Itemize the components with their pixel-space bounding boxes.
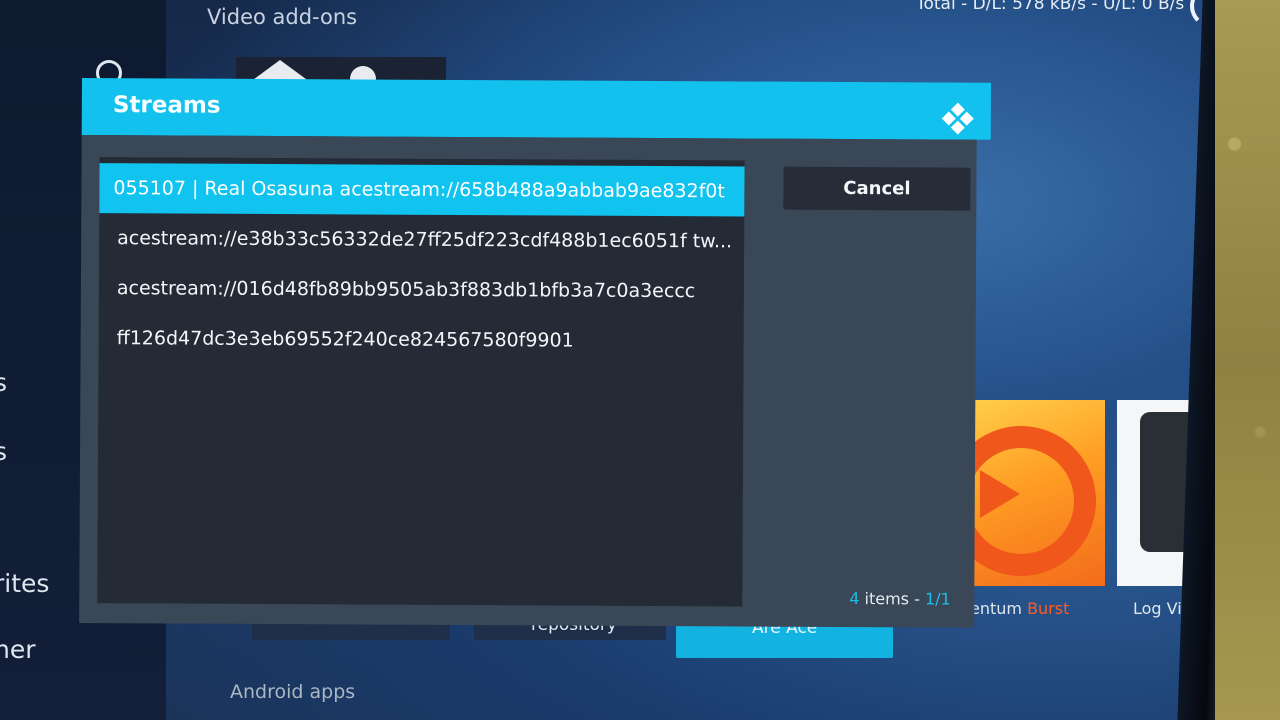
stream-list-item[interactable]: acestream://e38b33c56332de27ff25df223cdf… [99, 213, 744, 266]
sidebar-item-2[interactable]: s [0, 437, 7, 466]
wallpaper [1215, 0, 1280, 720]
dialog-header: Streams [81, 78, 991, 140]
download-speed-status: Total - D/L: 578 kB/s - U/L: 0 B/s [916, 0, 1185, 14]
items-count-number: 4 [849, 589, 860, 609]
sidebar-item-favourites[interactable]: rites [0, 569, 49, 598]
items-count-text: items - [859, 589, 926, 609]
streams-dialog: Streams 055107 | Real Osasuna acestream:… [79, 78, 991, 631]
kodi-logo-icon [941, 102, 974, 135]
items-page: 1/1 [924, 589, 951, 609]
dialog-title: Streams [112, 92, 221, 119]
sidebar-item-weather[interactable]: ner [0, 635, 36, 664]
dialog-body: 055107 | Real Osasuna acestream://658b48… [79, 134, 977, 628]
cancel-button[interactable]: Cancel [783, 166, 971, 211]
section-title-android-apps: Android apps [230, 681, 356, 703]
stream-list-item-selected[interactable]: 055107 | Real Osasuna acestream://658b48… [99, 163, 745, 217]
stream-list: 055107 | Real Osasuna acestream://658b48… [97, 157, 745, 607]
section-title-video-addons: Video add-ons [207, 5, 358, 29]
elementum-label-burst: Burst [1027, 599, 1070, 618]
items-count: 4 items - 1/1 [849, 589, 951, 609]
sidebar-item-1[interactable]: s [0, 368, 7, 397]
stream-list-item[interactable]: acestream://016d48fb89bb9505ab3f883db1bf… [99, 263, 744, 316]
stream-list-item[interactable]: ff126d47dc3e3eb69552f240ce824567580f9901 [99, 313, 744, 366]
